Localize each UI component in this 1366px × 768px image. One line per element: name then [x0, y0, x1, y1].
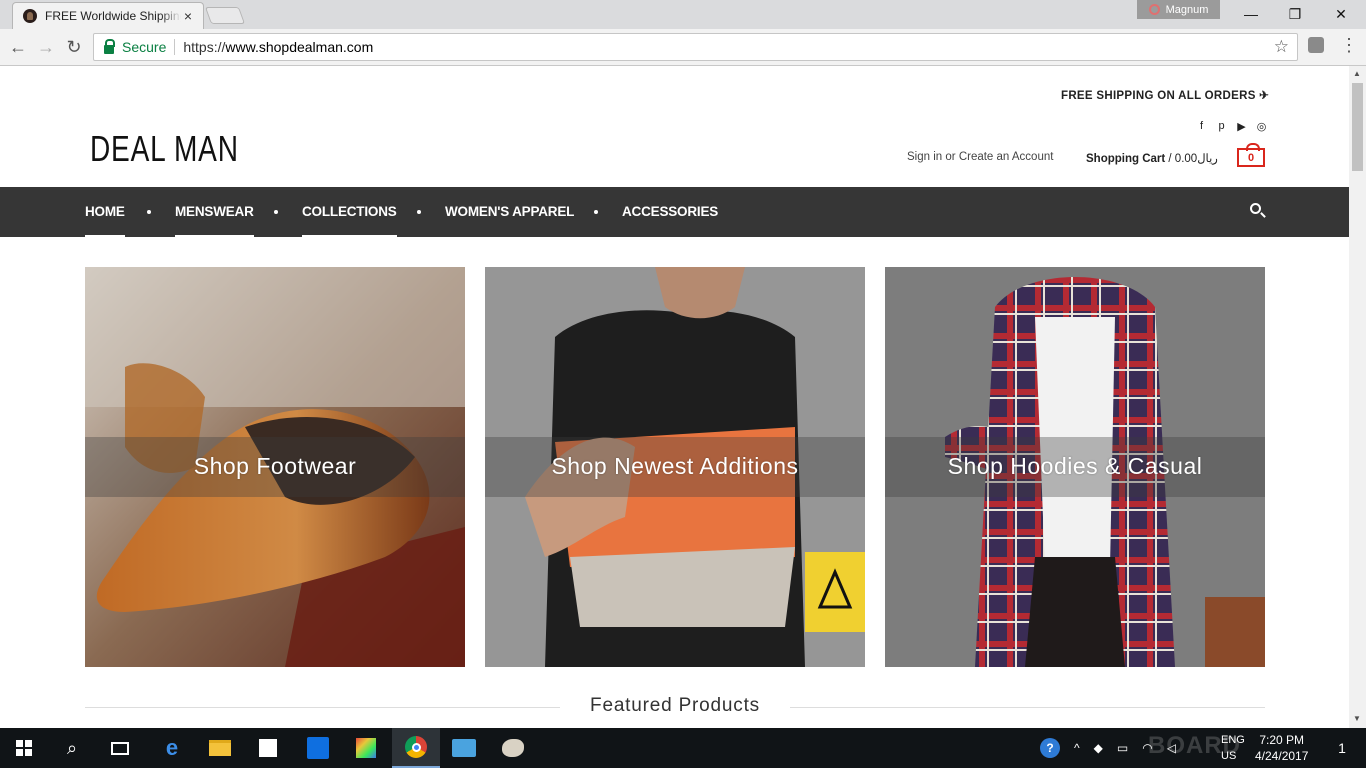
windows-logo-icon	[16, 740, 32, 756]
nav-item-collections[interactable]: COLLECTIONS	[302, 204, 397, 237]
url-scheme: https://	[183, 39, 226, 55]
cart-bag-icon[interactable]: 0	[1237, 143, 1265, 167]
promo-tile-footwear[interactable]: Shop Footwear	[85, 267, 465, 667]
cart-count: 0	[1247, 151, 1255, 164]
browser-toolbar: ← → ↻ Secure https://www.shopdealman.com…	[0, 29, 1366, 66]
or-text: or	[945, 151, 956, 163]
action-center-icon[interactable]: 1	[1318, 728, 1366, 768]
pinterest-icon[interactable]: p	[1216, 120, 1227, 133]
scroll-down-icon[interactable]: ▼	[1353, 714, 1361, 723]
site-favicon-icon	[23, 9, 37, 23]
cart-label: Shopping Cart	[1086, 153, 1166, 165]
profile-button[interactable]: Magnum	[1137, 0, 1220, 19]
featured-title: Featured Products	[85, 695, 1265, 717]
promo-label: Shop Footwear	[193, 453, 357, 479]
search-taskbar-icon[interactable]: ⌕	[48, 728, 96, 768]
omnibox-separator	[174, 39, 176, 55]
cart-total: / 0.00ريال	[1168, 153, 1218, 165]
page-scrollbar[interactable]: ▲ ▼	[1349, 66, 1366, 728]
bookmark-star-icon[interactable]: ☆	[1274, 37, 1289, 57]
shopping-cart-summary[interactable]: Shopping Cart / 0.00ريال	[1086, 151, 1218, 165]
tab-title: FREE Worldwide Shipping	[45, 9, 181, 23]
extension-icon[interactable]	[1308, 37, 1324, 53]
site-logo[interactable]: DEAL MAN	[90, 128, 239, 170]
scroll-up-icon[interactable]: ▲	[1353, 69, 1361, 78]
tab-close-icon[interactable]: ×	[181, 8, 195, 24]
facebook-icon[interactable]: f	[1196, 120, 1207, 133]
url-host: www.shopdealman.com	[225, 39, 374, 55]
browser-menu-icon[interactable]: ⋮	[1340, 35, 1358, 56]
nav-separator-dot	[147, 210, 151, 214]
paint-icon[interactable]	[489, 728, 537, 768]
featured-title-text: Featured Products	[566, 695, 784, 716]
new-tab-button[interactable]	[204, 7, 246, 24]
app-grid-icon[interactable]	[342, 728, 390, 768]
promo-tile-hoodies-casual[interactable]: Shop Hoodies & Casual	[885, 267, 1265, 667]
youtube-icon[interactable]: ▶	[1236, 120, 1247, 133]
network-app-icon[interactable]	[440, 728, 488, 768]
file-explorer-icon[interactable]	[196, 728, 244, 768]
promo-tile-newest-additions[interactable]: Shop Newest Additions	[485, 267, 865, 667]
help-icon[interactable]: ?	[1040, 738, 1060, 758]
url-text: https://www.shopdealman.com	[183, 39, 373, 55]
chrome-icon[interactable]	[392, 728, 440, 768]
account-links: Sign in or Create an Account	[907, 151, 1053, 163]
back-button[interactable]: ←	[6, 35, 30, 59]
dropbox-icon[interactable]	[294, 728, 342, 768]
arrow-left-icon: ←	[9, 36, 27, 57]
show-hidden-icons-icon[interactable]: ^	[1074, 741, 1080, 755]
page-viewport: FREE SHIPPING ON ALL ORDERS ✈ f p ▶ ◎ DE…	[0, 66, 1349, 728]
edge-icon[interactable]: e	[148, 728, 196, 768]
store-icon[interactable]	[244, 728, 292, 768]
main-navigation: HOME MENSWEAR COLLECTIONS WOMEN'S APPARE…	[0, 187, 1349, 237]
start-button[interactable]	[0, 728, 48, 768]
browser-tab[interactable]: FREE Worldwide Shipping ×	[12, 2, 204, 29]
reload-button[interactable]: ↻	[62, 35, 86, 59]
promo-label: Shop Hoodies & Casual	[947, 453, 1203, 479]
language-indicator[interactable]: ENG US	[1221, 732, 1245, 764]
profile-avatar-icon	[1148, 4, 1160, 15]
sign-in-link[interactable]: Sign in	[907, 151, 942, 163]
browser-tabstrip: FREE Worldwide Shipping × Magnum — ❐ ✕	[0, 0, 1366, 29]
minimize-button[interactable]: —	[1228, 0, 1274, 28]
reload-icon: ↻	[66, 36, 82, 57]
windows-taskbar: ⌕ e ? ^ ◆ ▭ ◠ ◁ BOARD ENG US 7:20 PM 4/2…	[0, 728, 1366, 768]
taskbar-clock[interactable]: 7:20 PM 4/24/2017	[1255, 732, 1308, 764]
secure-label: Secure	[122, 39, 167, 55]
nav-separator-dot	[594, 210, 598, 214]
free-shipping-notice[interactable]: FREE SHIPPING ON ALL ORDERS ✈	[1061, 88, 1269, 102]
profile-name: Magnum	[1165, 3, 1209, 16]
clock-time: 7:20 PM	[1259, 733, 1305, 747]
arrow-right-icon: →	[37, 36, 55, 57]
nav-separator-dot	[417, 210, 421, 214]
promo-label: Shop Newest Additions	[551, 453, 799, 479]
task-view-icon[interactable]	[96, 728, 144, 768]
clock-date: 4/24/2017	[1255, 749, 1309, 763]
restore-button[interactable]: ❐	[1272, 0, 1318, 28]
create-account-link[interactable]: Create an Account	[959, 151, 1054, 163]
nav-item-accessories[interactable]: ACCESSORIES	[622, 204, 718, 219]
address-bar[interactable]: Secure https://www.shopdealman.com ☆	[93, 33, 1298, 61]
scrollbar-thumb[interactable]	[1352, 83, 1363, 171]
nav-item-home[interactable]: HOME	[85, 204, 125, 237]
battery-icon[interactable]: ▭	[1117, 741, 1128, 755]
search-icon[interactable]	[1250, 203, 1261, 214]
close-window-button[interactable]: ✕	[1318, 0, 1364, 28]
forward-button[interactable]: →	[34, 35, 58, 59]
nav-item-womens-apparel[interactable]: WOMEN'S APPAREL	[445, 204, 574, 219]
instagram-icon[interactable]: ◎	[1256, 120, 1267, 133]
lock-icon	[104, 38, 115, 54]
featured-products-heading: Featured Products	[85, 695, 1265, 719]
dropbox-tray-icon[interactable]: ◆	[1094, 741, 1103, 755]
nav-item-menswear[interactable]: MENSWEAR	[175, 204, 254, 237]
social-links: f p ▶ ◎	[1196, 120, 1267, 133]
nav-separator-dot	[274, 210, 278, 214]
